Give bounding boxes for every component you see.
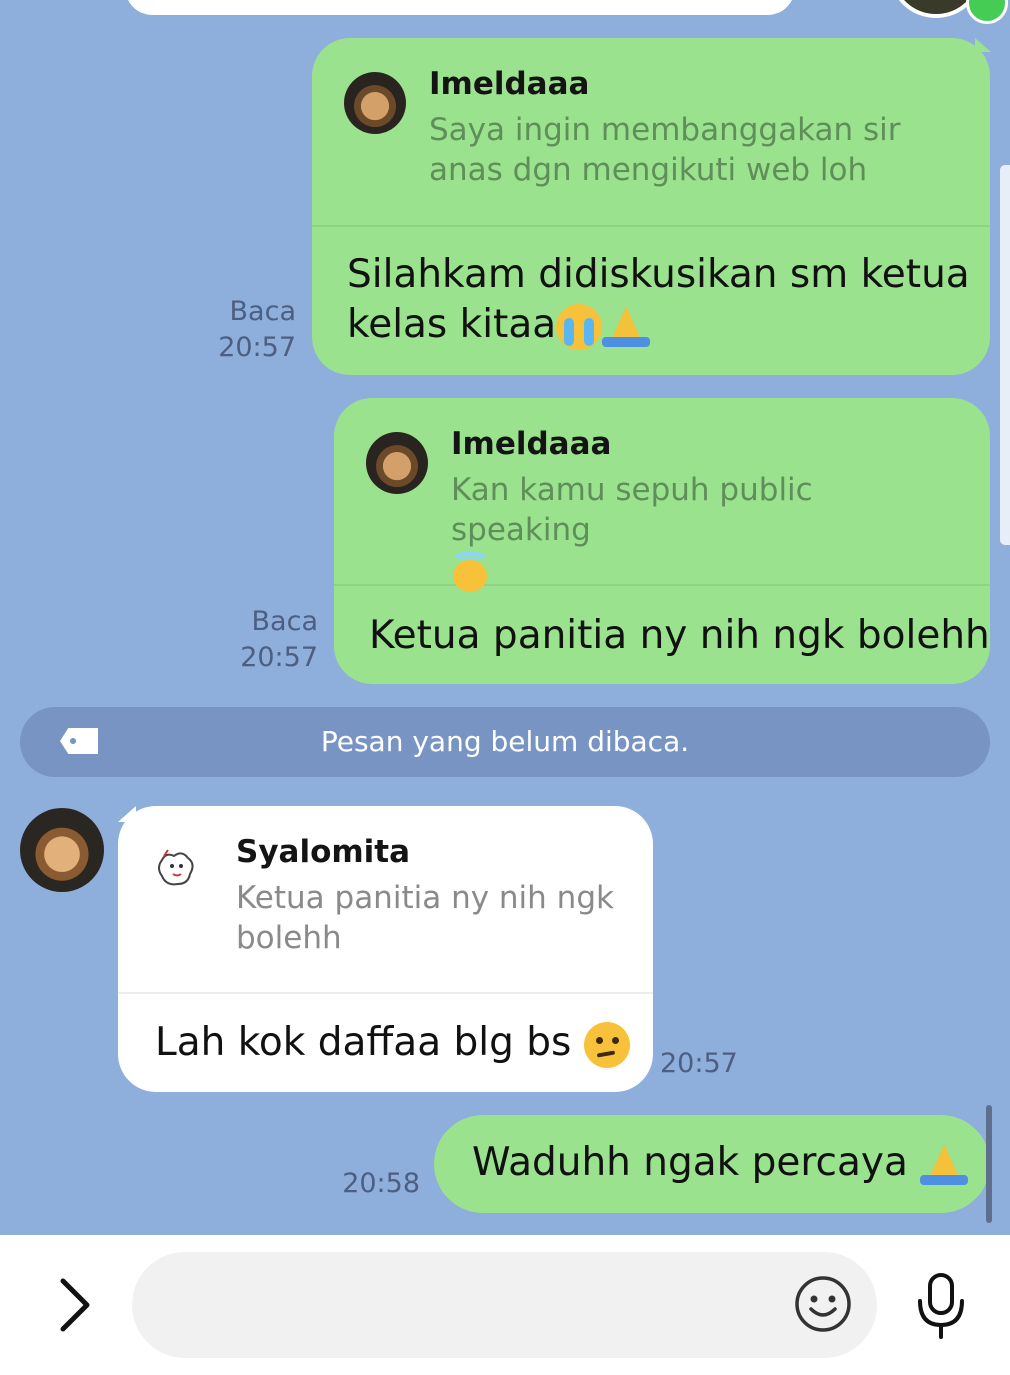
side-panel-edge bbox=[1000, 165, 1010, 545]
message-input-bar bbox=[0, 1235, 1010, 1375]
folded-hands-icon bbox=[920, 1145, 969, 1185]
reply-quote[interactable]: Imeldaaa Saya ingin membanggakan sir ana… bbox=[312, 38, 990, 227]
message-meta: Baca 20:57 bbox=[200, 294, 296, 366]
message-text: Lah kok daffaa blg bs bbox=[155, 1018, 630, 1068]
message-text: Silahkam didiskusikan sm ketua kelas kit… bbox=[347, 250, 970, 350]
sender-avatar[interactable] bbox=[20, 808, 104, 892]
quote-sender-name: Syalomita bbox=[236, 834, 411, 870]
quote-avatar bbox=[366, 432, 428, 494]
message-text-line: Silahkam didiskusikan sm ketua bbox=[347, 252, 970, 297]
message-time: 20:58 bbox=[342, 1168, 420, 1199]
message-text-content: Waduhh ngak percaya bbox=[472, 1140, 908, 1185]
message-text-content: Lah kok daffaa blg bs bbox=[155, 1020, 572, 1065]
message-input[interactable] bbox=[132, 1252, 877, 1358]
message-time: 20:57 bbox=[660, 1048, 738, 1079]
expand-menu-button[interactable] bbox=[50, 1275, 100, 1335]
message-bubble-incoming[interactable]: Syalomita Ketua panitia ny nih ngk boleh… bbox=[118, 806, 653, 1092]
message-time: 20:57 bbox=[218, 332, 296, 363]
smiling-face-with-halo-icon bbox=[451, 551, 489, 592]
smiley-icon bbox=[795, 1276, 851, 1332]
unread-divider-label: Pesan yang belum dibaca. bbox=[320, 725, 690, 758]
message-text-line-with-emoji: kelas kitaa bbox=[347, 300, 970, 350]
face-with-raised-eyebrow-icon bbox=[583, 1021, 630, 1068]
message-meta: Baca 20:57 bbox=[222, 604, 318, 676]
quote-avatar bbox=[344, 72, 406, 134]
quote-text: Ketua panitia ny nih ngk bolehh bbox=[236, 880, 614, 956]
bubble-tail bbox=[975, 38, 991, 52]
quote-text: Kan kamu sepuh public speaking bbox=[451, 470, 961, 592]
message-time: 20:57 bbox=[240, 642, 318, 673]
read-status: Baca bbox=[229, 296, 296, 327]
unread-messages-divider: Pesan yang belum dibaca. bbox=[20, 707, 990, 777]
microphone-icon bbox=[918, 1273, 964, 1339]
voice-message-button[interactable] bbox=[914, 1271, 968, 1341]
reply-quote[interactable]: Syalomita Ketua panitia ny nih ngk boleh… bbox=[118, 806, 653, 994]
previous-message-bubble[interactable] bbox=[125, 0, 795, 15]
quote-sender-name: Imeldaaa bbox=[451, 426, 612, 462]
loudly-crying-face-icon bbox=[556, 303, 603, 350]
sticker-doodle-icon bbox=[158, 849, 194, 886]
message-text: Waduhh ngak percaya bbox=[472, 1138, 969, 1188]
scrollbar[interactable] bbox=[986, 1105, 992, 1223]
message-text: Ketua panitia ny nih ngk bolehh bbox=[369, 613, 990, 658]
status-badge bbox=[966, 0, 1008, 24]
message-bubble-outgoing[interactable]: Imeldaaa Saya ingin membanggakan sir ana… bbox=[312, 38, 990, 375]
quote-text-line: Kan kamu sepuh public speaking bbox=[451, 472, 813, 548]
folded-hands-icon bbox=[602, 307, 651, 347]
message-text-line: kelas kitaa bbox=[347, 302, 557, 347]
message-bubble-outgoing[interactable]: Imeldaaa Kan kamu sepuh public speaking … bbox=[334, 398, 990, 684]
quote-text: Saya ingin membanggakan sir anas dgn men… bbox=[429, 112, 901, 188]
message-bubble-outgoing[interactable]: Waduhh ngak percaya bbox=[434, 1115, 990, 1213]
read-status: Baca bbox=[251, 606, 318, 637]
emoji-button[interactable] bbox=[794, 1275, 852, 1333]
chevron-right-icon bbox=[60, 1278, 90, 1332]
chat-area[interactable]: Baca 20:57 Imeldaaa Saya ingin membangga… bbox=[0, 0, 1010, 1235]
quote-sender-name: Imeldaaa bbox=[429, 66, 590, 102]
reply-quote[interactable]: Imeldaaa Kan kamu sepuh public speaking bbox=[334, 398, 990, 592]
